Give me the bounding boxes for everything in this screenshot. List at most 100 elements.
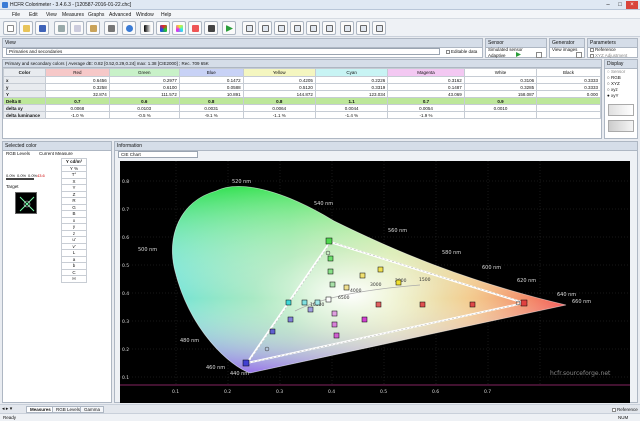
graph-button-8[interactable] [356, 21, 370, 35]
table-cell[interactable]: 0.3319 [314, 83, 389, 91]
table-cell[interactable]: 0.0064 [242, 104, 316, 112]
reference-checkbox[interactable]: Reference [590, 47, 616, 52]
table-cell[interactable] [463, 111, 538, 119]
reference-toggle[interactable]: Reference [612, 407, 638, 412]
column-header-color[interactable]: Color [3, 68, 46, 77]
table-cell[interactable]: -0.5 % [108, 111, 180, 119]
table-cell[interactable]: -1.9 % [387, 111, 465, 119]
table-cell[interactable]: -1.4 % [314, 111, 389, 119]
table-cell[interactable]: 0.0103 [108, 104, 180, 112]
graph-button-1[interactable] [242, 21, 256, 35]
menu-file[interactable]: File [12, 12, 20, 18]
open-button[interactable] [19, 21, 33, 35]
column-header[interactable]: Yellow [242, 68, 316, 77]
display-option-sensor[interactable]: ○ Sensor [607, 69, 625, 74]
close-button[interactable]: × [626, 1, 638, 9]
measure-grayscale-button[interactable] [140, 21, 154, 35]
table-cell[interactable]: 0.3162 [387, 76, 465, 84]
table-cell[interactable]: -9.1 % [178, 111, 244, 119]
graph-button-9[interactable] [372, 21, 386, 35]
menu-advanced[interactable]: Advanced [109, 12, 131, 18]
graph-button-5[interactable] [306, 21, 320, 35]
table-cell[interactable]: 0.9 [463, 97, 538, 105]
new-button[interactable] [3, 21, 17, 35]
measure-secondaries-button[interactable] [172, 21, 186, 35]
table-cell[interactable]: 0.4205 [242, 76, 316, 84]
table-cell[interactable]: 123.034 [314, 90, 389, 98]
table-cell[interactable]: 0.6100 [108, 83, 180, 91]
table-cell[interactable]: 0.8 [178, 97, 244, 105]
table-cell[interactable]: 144.872 [242, 90, 316, 98]
table-cell[interactable]: 111.572 [108, 90, 180, 98]
graph-button-4[interactable] [290, 21, 304, 35]
table-cell[interactable]: 0.7 [387, 97, 465, 105]
save-button[interactable] [35, 21, 49, 35]
table-cell[interactable]: 0.6456 [45, 76, 110, 84]
menu-view[interactable]: View [46, 12, 57, 18]
maximize-button[interactable]: □ [614, 1, 626, 9]
sensor-play-icon[interactable] [516, 52, 521, 57]
table-cell[interactable]: 0.5120 [242, 83, 316, 91]
editable-data-checkbox[interactable]: Editable data [446, 49, 477, 54]
table-cell[interactable]: -1.1 % [242, 111, 316, 119]
table-cell[interactable]: 0.8 [242, 97, 316, 105]
column-header[interactable]: Black [536, 68, 601, 77]
play-button[interactable] [222, 21, 236, 35]
display-option-xyz-lower[interactable]: ○ xyz [607, 87, 618, 92]
table-cell[interactable]: 1.1 [314, 97, 389, 105]
table-cell[interactable]: 0.7 [45, 97, 110, 105]
table-cell[interactable] [536, 111, 601, 119]
table-cell[interactable]: 0.000 [536, 90, 601, 98]
menu-help[interactable]: Help [161, 12, 171, 18]
display-option-xyz-upper[interactable]: ○ XYZ [607, 81, 620, 86]
table-cell[interactable]: 0.1487 [387, 83, 465, 91]
column-header[interactable]: Blue [178, 68, 244, 77]
tab-measures[interactable]: Measures [26, 406, 55, 413]
cut-button[interactable] [54, 21, 68, 35]
chart-select[interactable]: CIE Chart [118, 151, 198, 158]
graph-button-2[interactable] [258, 21, 272, 35]
display-option-rgb[interactable]: ○ RGB [607, 75, 621, 80]
column-header[interactable]: Green [108, 68, 180, 77]
table-cell[interactable]: 0.0054 [387, 104, 465, 112]
xyz-adjust-checkbox[interactable]: XYZ Adjustment [590, 53, 627, 58]
tab-scroll-arrows[interactable]: ◂ ▸ ▾ [2, 406, 24, 413]
table-cell[interactable]: 32.874 [45, 90, 110, 98]
column-header[interactable]: Cyan [314, 68, 389, 77]
measure-saturation-button[interactable] [188, 21, 202, 35]
table-cell[interactable]: 0.3258 [45, 83, 110, 91]
tab-gamma[interactable]: Gamma [80, 406, 105, 413]
graph-button-7[interactable] [340, 21, 354, 35]
column-header[interactable]: Red [45, 68, 110, 77]
help-icon[interactable] [122, 21, 136, 35]
table-cell[interactable]: 0.0588 [178, 83, 244, 91]
table-cell[interactable]: 0.0010 [463, 104, 538, 112]
table-cell[interactable]: 0.3285 [463, 83, 538, 91]
display-option-xyy[interactable]: ● xyY [607, 93, 618, 98]
minimize-button[interactable]: – [602, 1, 614, 9]
generator-config-button[interactable] [576, 52, 582, 58]
table-cell[interactable]: 0.3106 [463, 76, 538, 84]
table-cell[interactable]: 0.6 [108, 97, 180, 105]
menu-edit[interactable]: Edit [29, 12, 38, 18]
graph-button-6[interactable] [322, 21, 336, 35]
column-header[interactable]: Magenta [387, 68, 465, 77]
table-cell[interactable]: 0.2226 [314, 76, 389, 84]
sensor-config-button[interactable] [536, 52, 542, 58]
graph-button-3[interactable] [274, 21, 288, 35]
table-cell[interactable] [536, 104, 601, 112]
paste-button[interactable] [86, 21, 100, 35]
table-cell[interactable]: 0.2977 [108, 76, 180, 84]
measure-primaries-button[interactable] [156, 21, 170, 35]
column-header[interactable]: White [463, 68, 538, 77]
table-cell[interactable]: 0.0044 [314, 104, 389, 112]
table-cell[interactable] [536, 97, 601, 105]
print-button[interactable] [104, 21, 118, 35]
table-cell[interactable]: 10.891 [178, 90, 244, 98]
menu-graphs[interactable]: Graphs [88, 12, 104, 18]
view-select[interactable]: Primaries and secondaries [6, 48, 440, 55]
table-cell[interactable]: 43.069 [387, 90, 465, 98]
measure-row[interactable]: H [61, 275, 87, 283]
table-cell[interactable]: 0.0031 [178, 104, 244, 112]
menu-window[interactable]: Window [136, 12, 154, 18]
